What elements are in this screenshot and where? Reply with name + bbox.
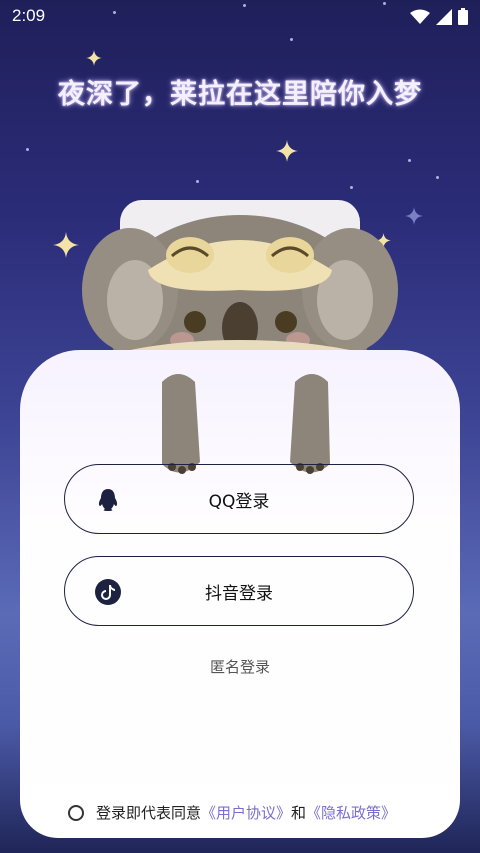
battery-icon <box>458 8 468 25</box>
douyin-login-button[interactable]: 抖音登录 <box>64 556 414 626</box>
user-agreement-link[interactable]: 《用户协议》 <box>201 802 291 823</box>
headline: 夜深了，莱拉在这里陪你入梦 <box>58 79 422 110</box>
agreement-and: 和 <box>291 804 307 822</box>
anonymous-login-link[interactable]: 匿名登录 <box>0 656 480 677</box>
signal-icon <box>436 8 452 25</box>
douyin-login-label: 抖音登录 <box>205 584 273 604</box>
agreement-prefix: 登录即代表同意 <box>96 804 202 822</box>
privacy-policy-link[interactable]: 《隐私政策》 <box>306 802 396 823</box>
agreement-row: 登录即代表同意 《用户协议》 和 《隐私政策》 <box>68 802 396 823</box>
qq-login-label: QQ登录 <box>208 492 270 512</box>
agreement-radio[interactable] <box>68 804 84 821</box>
wifi-icon <box>410 9 430 24</box>
status-bar: 2:09 <box>0 0 480 32</box>
sparkle-star-icon <box>276 140 298 162</box>
sparkle-star-icon <box>86 50 102 66</box>
status-icons <box>410 8 468 25</box>
status-time: 2:09 <box>12 6 46 25</box>
qq-login-button[interactable]: QQ登录 <box>64 464 414 534</box>
